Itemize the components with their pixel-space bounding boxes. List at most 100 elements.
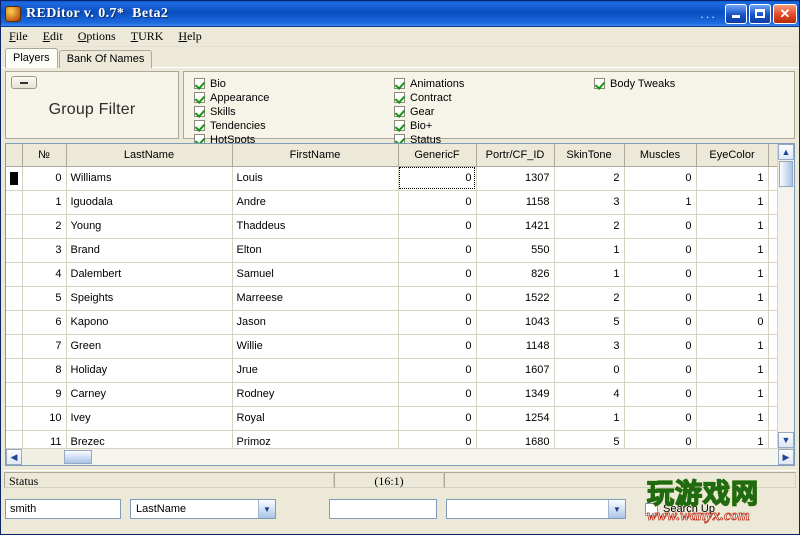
cell-bodytype[interactable]: 0 bbox=[768, 310, 777, 335]
cell-genericf[interactable]: 0 bbox=[398, 334, 477, 359]
filter-body-tweaks[interactable]: Body Tweaks bbox=[594, 77, 794, 90]
cell-eyecolor[interactable]: 1 bbox=[696, 358, 769, 383]
cell-eyecolor[interactable]: 1 bbox=[696, 430, 769, 448]
cell-skintone[interactable]: 1 bbox=[554, 262, 625, 287]
checkbox-skills-icon[interactable] bbox=[194, 106, 205, 117]
cell-skintone[interactable]: 1 bbox=[554, 406, 625, 431]
checkbox-tendencies-icon[interactable] bbox=[194, 120, 205, 131]
cell-genericf[interactable]: 0 bbox=[398, 166, 477, 191]
checkbox-gear-icon[interactable] bbox=[394, 106, 405, 117]
menu-options[interactable]: Options bbox=[76, 28, 123, 45]
row-selector[interactable] bbox=[6, 214, 23, 239]
cell-eyecolor[interactable]: 1 bbox=[696, 238, 769, 263]
header-firstname[interactable]: FirstName bbox=[232, 144, 399, 167]
cell-portr-cfid[interactable]: 1421 bbox=[476, 214, 555, 239]
close-button[interactable]: ✕ bbox=[773, 3, 797, 24]
table-row[interactable]: 0WilliamsLouis013072010 bbox=[6, 166, 777, 191]
table-row[interactable]: 9CarneyRodney013494010 bbox=[6, 382, 777, 407]
cell-muscles[interactable]: 0 bbox=[624, 286, 697, 311]
cell-firstname[interactable]: Louis bbox=[232, 166, 399, 191]
checkbox-contract-icon[interactable] bbox=[394, 92, 405, 103]
cell-eyecolor[interactable]: 1 bbox=[696, 214, 769, 239]
checkbox-appearance-icon[interactable] bbox=[194, 92, 205, 103]
cell-firstname[interactable]: Willie bbox=[232, 334, 399, 359]
cell-bodytype[interactable]: 3 bbox=[768, 334, 777, 359]
menu-edit[interactable]: Edit bbox=[41, 28, 70, 45]
table-row[interactable]: 4DalembertSamuel08261010 bbox=[6, 262, 777, 287]
cell-muscles[interactable]: 0 bbox=[624, 310, 697, 335]
row-selector[interactable] bbox=[6, 334, 23, 359]
cell-no[interactable]: 4 bbox=[22, 262, 67, 287]
cell-lastname[interactable]: Speights bbox=[66, 286, 233, 311]
menu-file[interactable]: File bbox=[7, 28, 35, 45]
cell-bodytype[interactable]: 3 bbox=[768, 190, 777, 215]
filter-contract[interactable]: Contract bbox=[394, 91, 594, 104]
grid-vertical-scrollbar[interactable]: ▲ ▼ bbox=[777, 144, 794, 448]
cell-genericf[interactable]: 0 bbox=[398, 358, 477, 383]
cell-muscles[interactable]: 0 bbox=[624, 214, 697, 239]
cell-lastname[interactable]: Iguodala bbox=[66, 190, 233, 215]
cell-skintone[interactable]: 3 bbox=[554, 334, 625, 359]
cell-muscles[interactable]: 0 bbox=[624, 430, 697, 448]
cell-muscles[interactable]: 0 bbox=[624, 166, 697, 191]
row-selector[interactable] bbox=[6, 310, 23, 335]
cell-skintone[interactable]: 0 bbox=[554, 358, 625, 383]
checkbox-body-tweaks-icon[interactable] bbox=[594, 78, 605, 89]
scroll-down-button[interactable]: ▼ bbox=[778, 432, 794, 448]
cell-no[interactable]: 2 bbox=[22, 214, 67, 239]
cell-no[interactable]: 8 bbox=[22, 358, 67, 383]
search-up-checkbox[interactable]: Search Up bbox=[645, 502, 715, 516]
cell-muscles[interactable]: 0 bbox=[624, 358, 697, 383]
row-selector[interactable] bbox=[6, 406, 23, 431]
cell-portr-cfid[interactable]: 1158 bbox=[476, 190, 555, 215]
cell-skintone[interactable]: 4 bbox=[554, 382, 625, 407]
cell-bodytype[interactable]: 0 bbox=[768, 358, 777, 383]
cell-muscles[interactable]: 0 bbox=[624, 262, 697, 287]
secondary-combo[interactable]: ▼ bbox=[446, 499, 626, 519]
cell-muscles[interactable]: 1 bbox=[624, 190, 697, 215]
row-selector[interactable] bbox=[6, 286, 23, 311]
menu-turk[interactable]: TURK bbox=[129, 28, 171, 45]
cell-portr-cfid[interactable]: 1522 bbox=[476, 286, 555, 311]
cell-firstname[interactable]: Rodney bbox=[232, 382, 399, 407]
cell-bodytype[interactable]: 0 bbox=[768, 286, 777, 311]
cell-eyecolor[interactable]: 1 bbox=[696, 190, 769, 215]
cell-portr-cfid[interactable]: 1043 bbox=[476, 310, 555, 335]
cell-lastname[interactable]: Brand bbox=[66, 238, 233, 263]
cell-genericf[interactable]: 0 bbox=[398, 286, 477, 311]
maximize-button[interactable] bbox=[749, 3, 771, 24]
cell-firstname[interactable]: Andre bbox=[232, 190, 399, 215]
cell-genericf[interactable]: 0 bbox=[398, 310, 477, 335]
chevron-down-icon[interactable]: ▼ bbox=[258, 500, 275, 518]
table-row[interactable]: 7GreenWillie011483013 bbox=[6, 334, 777, 359]
cell-eyecolor[interactable]: 1 bbox=[696, 262, 769, 287]
header-bodytype[interactable]: Bodytype bbox=[768, 144, 777, 167]
table-row[interactable]: 8HolidayJrue016070010 bbox=[6, 358, 777, 383]
cell-muscles[interactable]: 0 bbox=[624, 382, 697, 407]
checkbox-search-up-icon[interactable] bbox=[645, 502, 658, 516]
cell-lastname[interactable]: Kapono bbox=[66, 310, 233, 335]
cell-genericf[interactable]: 0 bbox=[398, 214, 477, 239]
cell-skintone[interactable]: 1 bbox=[554, 238, 625, 263]
filter-gear[interactable]: Gear bbox=[394, 105, 594, 118]
table-row[interactable]: 1IguodalaAndre011583113 bbox=[6, 190, 777, 215]
header-eyecolor[interactable]: EyeColor bbox=[696, 144, 769, 167]
grid-horizontal-scrollbar[interactable]: ◀ ▶ bbox=[6, 448, 794, 465]
cell-portr-cfid[interactable]: 1607 bbox=[476, 358, 555, 383]
cell-portr-cfid[interactable]: 550 bbox=[476, 238, 555, 263]
cell-portr-cfid[interactable]: 1307 bbox=[476, 166, 555, 191]
cell-eyecolor[interactable]: 1 bbox=[696, 406, 769, 431]
tab-players[interactable]: Players bbox=[5, 48, 58, 68]
cell-eyecolor[interactable]: 1 bbox=[696, 382, 769, 407]
cell-firstname[interactable]: Thaddeus bbox=[232, 214, 399, 239]
header-muscles[interactable]: Muscles bbox=[624, 144, 697, 167]
search-field-combo[interactable]: LastName ▼ bbox=[130, 499, 276, 519]
cell-no[interactable]: 10 bbox=[22, 406, 67, 431]
search-input[interactable]: smith bbox=[5, 499, 121, 519]
scroll-left-button[interactable]: ◀ bbox=[6, 449, 22, 465]
chevron-down-icon[interactable]: ▼ bbox=[608, 500, 625, 518]
cell-lastname[interactable]: Dalembert bbox=[66, 262, 233, 287]
menu-help[interactable]: Help bbox=[176, 28, 208, 45]
cell-eyecolor[interactable]: 1 bbox=[696, 286, 769, 311]
hscroll-track[interactable] bbox=[92, 449, 778, 465]
